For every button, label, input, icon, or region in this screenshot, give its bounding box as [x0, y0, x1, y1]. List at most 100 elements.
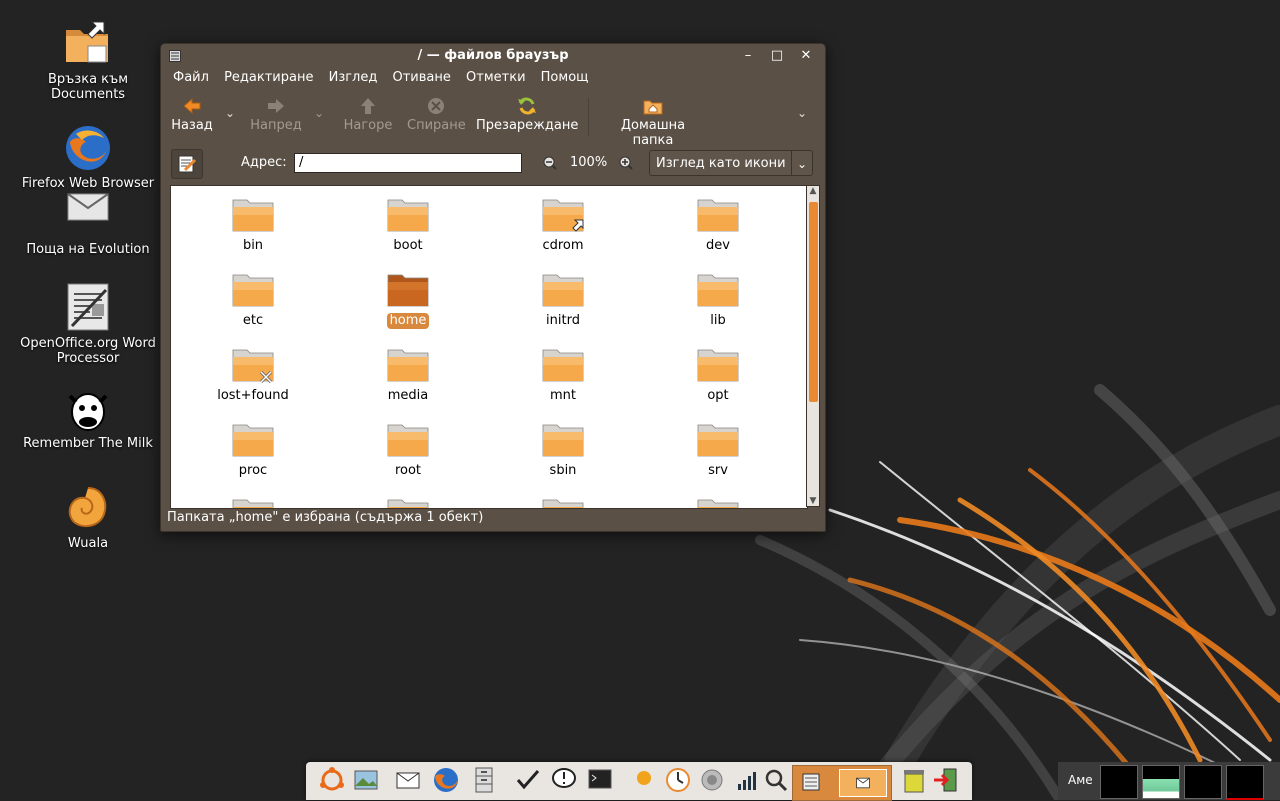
zoom-in-icon[interactable]: [619, 156, 633, 170]
folder-icon: [542, 499, 584, 508]
menu-help[interactable]: Помощ: [541, 70, 589, 85]
scroll-up-icon[interactable]: ▲: [807, 186, 819, 196]
edit-location-icon: [178, 155, 197, 173]
folder-item-bin[interactable]: bin: [193, 194, 313, 254]
forward-history-chevron-icon[interactable]: ⌄: [314, 106, 324, 120]
folder-item-proc[interactable]: proc: [193, 419, 313, 479]
file-cabinet-icon[interactable]: [470, 766, 498, 794]
folder-item-srv[interactable]: srv: [658, 419, 778, 479]
desktop-icon-wuala[interactable]: Wuala: [13, 482, 163, 551]
up-button[interactable]: Нагоре: [343, 96, 393, 133]
firefox-icon[interactable]: [432, 766, 460, 794]
folder-item-media[interactable]: media: [348, 344, 468, 404]
vertical-scrollbar[interactable]: ▲ ▼: [806, 185, 820, 507]
folder-icon: [387, 199, 429, 232]
desktop-icon-writer[interactable]: OpenOffice.org Word Processor: [13, 282, 163, 366]
mail-icon[interactable]: [394, 766, 422, 794]
back-button[interactable]: Назад: [169, 96, 215, 133]
terminal-icon[interactable]: [586, 766, 614, 794]
view-mode-select[interactable]: Изглед като икони ⌄: [649, 150, 813, 176]
toolbar-overflow-chevron-icon[interactable]: ⌄: [797, 106, 807, 120]
desktop-icon-rtm[interactable]: Remember The Milk: [13, 382, 163, 451]
folder-item-mnt[interactable]: mnt: [503, 344, 623, 404]
window-title: / — файлов браузър: [417, 48, 569, 63]
location-input[interactable]: [294, 153, 522, 173]
folder-item-partial[interactable]: [348, 494, 468, 508]
folder-name: cdrom: [542, 238, 584, 253]
maximize-button[interactable]: □: [768, 47, 786, 65]
stop-button[interactable]: Спиране: [407, 96, 466, 133]
system-tray: Аме: [1058, 762, 1280, 800]
back-history-chevron-icon[interactable]: ⌄: [225, 106, 235, 120]
view-mode-value: Изглед като икони: [656, 156, 786, 171]
zoom-out-icon[interactable]: [543, 156, 557, 170]
menu-edit[interactable]: Редактиране: [224, 70, 313, 85]
folder-item-home[interactable]: home: [348, 269, 468, 329]
folder-icon: [387, 349, 429, 382]
folder-item-sbin[interactable]: sbin: [503, 419, 623, 479]
system-monitor-network[interactable]: [1184, 765, 1222, 799]
file-browser-window[interactable]: / — файлов браузър – □ ✕ Файл Редактиран…: [160, 43, 826, 532]
chevron-down-icon: ⌄: [791, 151, 812, 175]
titlebar[interactable]: / — файлов браузър – □ ✕: [161, 44, 825, 68]
desktop-icon-firefox[interactable]: Firefox Web Browser: [13, 122, 163, 191]
menu-file[interactable]: Файл: [173, 70, 209, 85]
folder-icon: [387, 499, 429, 508]
menu-go[interactable]: Отиване: [393, 70, 451, 85]
volume-icon[interactable]: [698, 766, 726, 794]
taskbar-window-button[interactable]: [792, 765, 892, 801]
trash-icon[interactable]: [900, 766, 928, 794]
folder-name: lost+found: [217, 388, 289, 403]
folder-item-etc[interactable]: etc: [193, 269, 313, 329]
network-signal-icon[interactable]: [734, 766, 762, 794]
shell-icon: [68, 487, 107, 528]
reload-icon: [518, 97, 536, 115]
folder-item-opt[interactable]: opt: [658, 344, 778, 404]
desktop-icon-documents[interactable]: Връзка към Documents: [13, 18, 163, 102]
weather-icon[interactable]: [630, 766, 658, 794]
folder-item-lost-found[interactable]: lost+found: [193, 344, 313, 404]
folder-icon: [232, 349, 274, 384]
folder-icon: [387, 424, 429, 457]
menu-bookmarks[interactable]: Отметки: [466, 70, 525, 85]
file-icon-view[interactable]: bin boot cdrom dev etc home initrd lib lost+foun…: [170, 185, 808, 509]
active-task-highlight: [839, 769, 887, 797]
forward-label: Напред: [250, 118, 302, 133]
checkmark-icon[interactable]: [514, 766, 542, 794]
folder-item-root[interactable]: root: [348, 419, 468, 479]
zoom-level: 100%: [570, 155, 608, 170]
folder-item-partial[interactable]: [193, 494, 313, 508]
folder-item-lib[interactable]: lib: [658, 269, 778, 329]
folder-icon: [542, 274, 584, 307]
folder-item-initrd[interactable]: initrd: [503, 269, 623, 329]
folder-name: srv: [708, 463, 728, 478]
scroll-down-icon[interactable]: ▼: [807, 496, 819, 506]
folder-icon: [697, 199, 739, 232]
ubuntu-logo-icon[interactable]: [318, 766, 346, 794]
scrollbar-thumb[interactable]: [809, 202, 818, 402]
folder-icon: [232, 499, 274, 508]
system-monitor-memory[interactable]: [1142, 765, 1180, 799]
forward-arrow-icon: [268, 99, 284, 113]
close-button[interactable]: ✕: [797, 47, 815, 65]
system-monitor-cpu[interactable]: [1100, 765, 1138, 799]
mail-icon: [856, 777, 870, 789]
system-monitor-load[interactable]: [1226, 765, 1264, 800]
folder-item-partial[interactable]: [658, 494, 778, 508]
clock-icon[interactable]: [664, 766, 692, 794]
folder-item-dev[interactable]: dev: [658, 194, 778, 254]
forward-button[interactable]: Напред: [249, 96, 303, 133]
minimize-button[interactable]: –: [739, 47, 757, 65]
menu-view[interactable]: Изглед: [329, 70, 378, 85]
image-viewer-icon[interactable]: [352, 766, 380, 794]
logout-icon[interactable]: [932, 766, 960, 794]
folder-item-partial[interactable]: [503, 494, 623, 508]
location-toggle-button[interactable]: [171, 149, 203, 179]
desktop-icon-evolution[interactable]: Поща на Evolution: [13, 188, 163, 257]
chat-bubble-icon[interactable]: [550, 766, 578, 794]
search-icon[interactable]: [762, 766, 790, 794]
folder-item-boot[interactable]: boot: [348, 194, 468, 254]
folder-item-cdrom[interactable]: cdrom: [503, 194, 623, 254]
home-folder-button[interactable]: Домашна папка: [599, 96, 707, 148]
reload-button[interactable]: Презареждане: [476, 96, 578, 133]
